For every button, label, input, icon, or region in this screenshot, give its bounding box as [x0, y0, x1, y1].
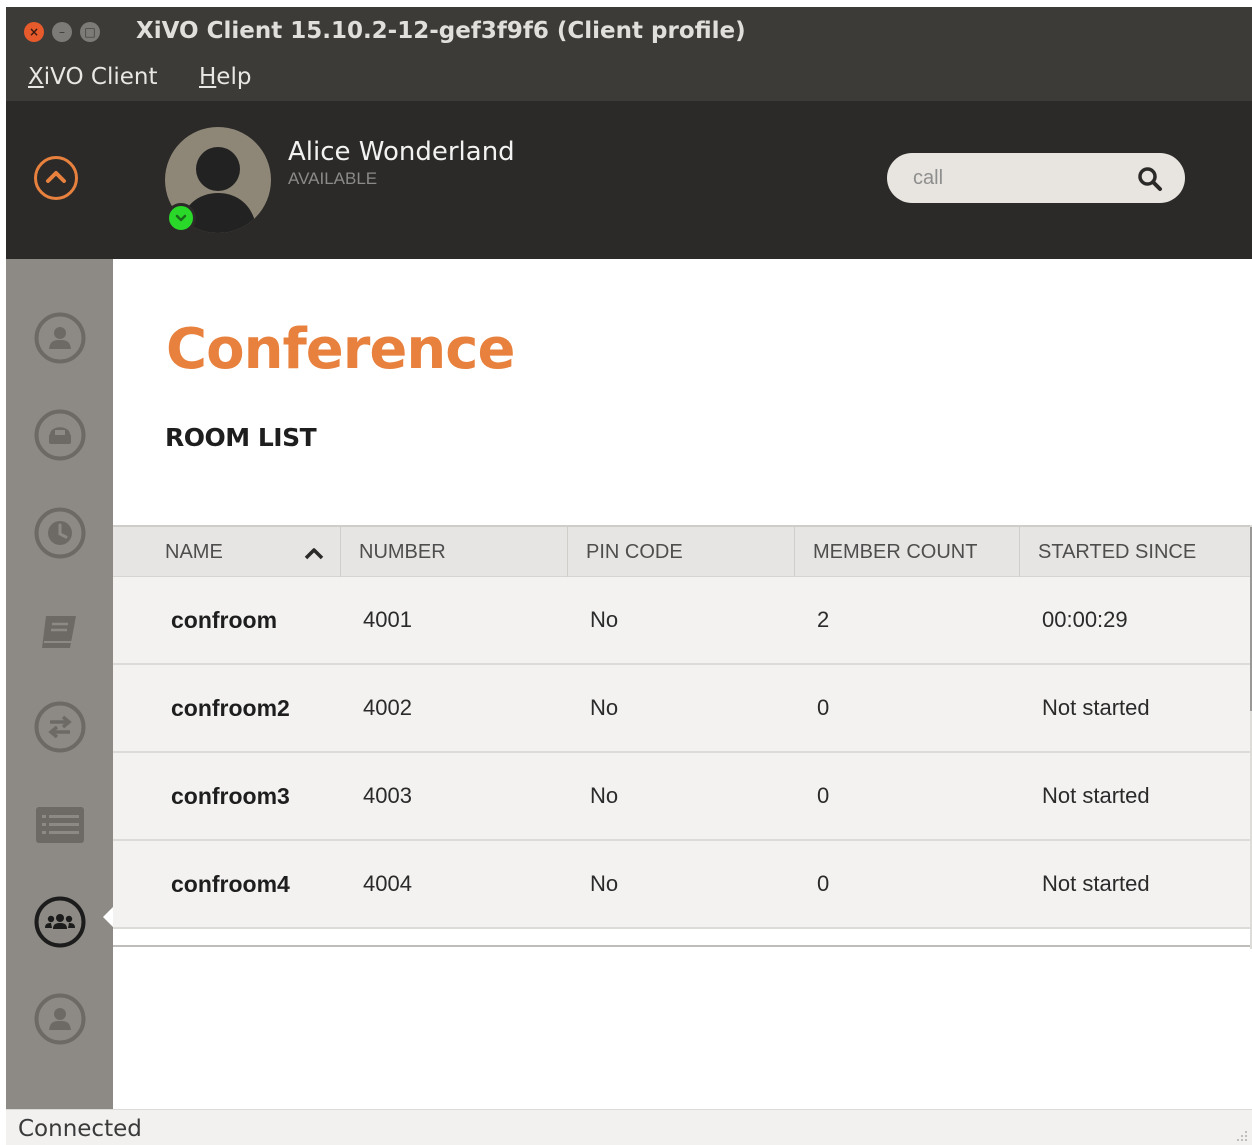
cell-member-count: 2	[817, 607, 830, 632]
table-row[interactable]: confroom 4001 No 2 00:00:29	[113, 577, 1250, 665]
cell-pin: No	[590, 695, 619, 720]
status-toggle-button[interactable]	[166, 203, 196, 233]
sidebar-item-phone[interactable]	[34, 409, 86, 461]
column-header-member-count[interactable]: MEMBER COUNT	[795, 527, 1020, 577]
cell-member-count: 0	[817, 871, 830, 896]
cell-number: 4003	[363, 783, 412, 808]
minimize-icon: –	[59, 25, 65, 39]
main-panel: Conference ROOM LIST NAME NUMBER PIN COD…	[113, 259, 1252, 1109]
page-title: Conference	[166, 317, 515, 382]
table-row[interactable]: confroom2 4002 No 0 Not started	[113, 665, 1250, 753]
sidebar	[6, 259, 113, 1109]
window-maximize-button[interactable]: □	[80, 22, 100, 42]
cell-number: 4004	[363, 871, 412, 896]
room-table: NAME NUMBER PIN CODE MEMBER COUNT STARTE…	[113, 525, 1252, 953]
search-input[interactable]	[913, 153, 1133, 203]
sidebar-item-directory[interactable]	[34, 604, 86, 656]
table-bottom-border	[113, 945, 1250, 947]
sidebar-item-queues[interactable]	[34, 799, 86, 851]
cell-name: confroom3	[171, 783, 290, 809]
phone-icon	[34, 409, 86, 461]
sidebar-item-conference[interactable]	[34, 896, 86, 948]
group-icon	[34, 896, 86, 948]
cell-started-since: 00:00:29	[1042, 607, 1128, 632]
user-name: Alice Wonderland	[288, 137, 515, 167]
close-icon: ×	[28, 25, 40, 39]
sidebar-item-history[interactable]	[34, 507, 86, 559]
window-close-button[interactable]: ×	[24, 22, 44, 42]
transfer-icon	[34, 701, 86, 753]
column-label: NAME	[165, 541, 223, 563]
cell-name: confroom4	[171, 871, 290, 897]
table-header: NAME NUMBER PIN CODE MEMBER COUNT STARTE…	[113, 525, 1250, 577]
menu-accel: H	[199, 64, 217, 90]
table-row[interactable]: confroom3 4003 No 0 Not started	[113, 753, 1250, 841]
menu-label: elp	[216, 64, 252, 90]
sidebar-item-agent[interactable]	[34, 993, 86, 1045]
chevron-down-icon	[175, 214, 187, 222]
sidebar-item-identity[interactable]	[34, 312, 86, 364]
user-status: AVAILABLE	[288, 169, 378, 188]
column-header-started-since[interactable]: STARTED SINCE	[1020, 527, 1250, 577]
identity-header: Alice Wonderland AVAILABLE	[6, 101, 1252, 259]
maximize-icon: □	[84, 25, 96, 39]
window-minimize-button[interactable]: –	[52, 22, 72, 42]
cell-name: confroom	[171, 607, 278, 633]
cell-number: 4001	[363, 607, 412, 632]
person-icon	[34, 993, 86, 1045]
search-box	[887, 153, 1185, 203]
section-title: ROOM LIST	[165, 423, 317, 452]
status-bar: Connected	[6, 1109, 1252, 1145]
connection-status: Connected	[18, 1116, 142, 1142]
chevron-up-icon	[46, 171, 66, 183]
cell-number: 4002	[363, 695, 412, 720]
app-window: × – □ XiVO Client 15.10.2-12-gef3f9f6 (C…	[6, 7, 1252, 1145]
cell-name: confroom2	[171, 695, 290, 721]
window-title: XiVO Client 15.10.2-12-gef3f9f6 (Client …	[136, 18, 746, 44]
cell-member-count: 0	[817, 695, 830, 720]
search-icon[interactable]	[1137, 166, 1163, 192]
clock-icon	[34, 507, 86, 559]
column-header-name[interactable]: NAME	[113, 527, 341, 577]
cell-pin: No	[590, 871, 619, 896]
person-icon	[34, 312, 86, 364]
book-icon	[42, 616, 76, 648]
menu-help[interactable]: Help	[199, 64, 251, 90]
menu-accel: X	[28, 64, 44, 90]
cell-member-count: 0	[817, 783, 830, 808]
menu-xivo-client[interactable]: XiVO Client	[28, 64, 158, 90]
cell-pin: No	[590, 783, 619, 808]
cell-started-since: Not started	[1042, 871, 1150, 896]
sidebar-item-transfer[interactable]	[34, 701, 86, 753]
title-bar: × – □ XiVO Client 15.10.2-12-gef3f9f6 (C…	[6, 7, 1252, 57]
active-indicator	[103, 907, 113, 927]
cell-started-since: Not started	[1042, 783, 1150, 808]
list-icon	[36, 807, 84, 843]
resize-grip-icon[interactable]	[1234, 1128, 1248, 1142]
collapse-button[interactable]	[34, 156, 78, 200]
column-header-pin[interactable]: PIN CODE	[568, 527, 795, 577]
cell-started-since: Not started	[1042, 695, 1150, 720]
table-row[interactable]: confroom4 4004 No 0 Not started	[113, 841, 1250, 929]
cell-pin: No	[590, 607, 619, 632]
menu-bar: XiVO Client Help	[6, 57, 1252, 101]
menu-label: iVO Client	[43, 64, 158, 90]
sort-ascending-icon	[304, 548, 324, 560]
column-header-number[interactable]: NUMBER	[341, 527, 568, 577]
